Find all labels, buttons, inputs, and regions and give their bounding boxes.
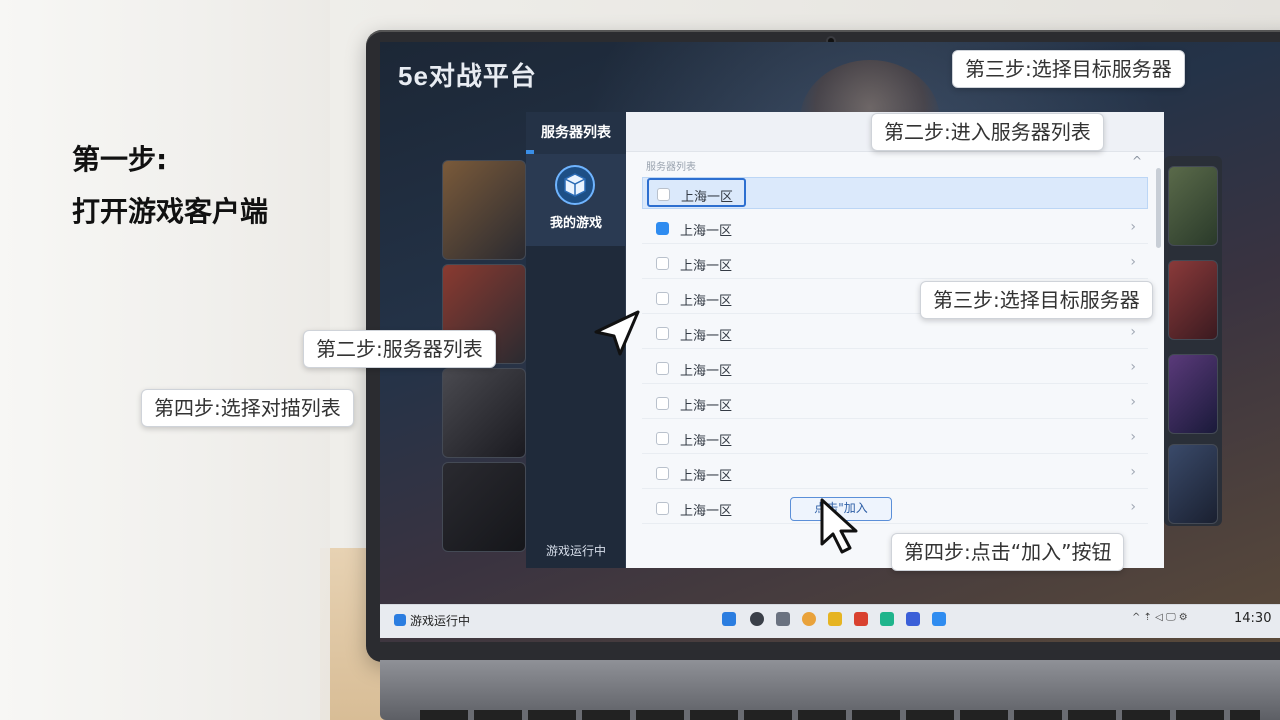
callout-step-two-top: 第二步:进入服务器列表: [871, 113, 1104, 151]
background-wall: [0, 0, 330, 720]
task-view-icon[interactable]: [776, 612, 790, 626]
callout-step-three-top: 第三步:选择目标服务器: [952, 50, 1185, 88]
cube-icon: [555, 165, 595, 205]
server-name: 上海一区: [680, 504, 733, 519]
game-card[interactable]: [442, 160, 526, 260]
server-name: 上海一区: [680, 469, 733, 484]
sidebar-item-server-list[interactable]: 服务器列表: [526, 112, 626, 154]
server-name: 上海一区: [680, 224, 733, 239]
system-tray[interactable]: ^ ⇡ ◁ 🖵 ⚙: [1132, 612, 1188, 623]
game-card[interactable]: [442, 462, 526, 552]
server-name: 上海一区: [680, 364, 733, 379]
cursor-arrow-icon: [594, 310, 640, 356]
server-checkbox[interactable]: [656, 397, 669, 410]
store-icon[interactable]: [854, 612, 868, 626]
chevron-right-icon[interactable]: ›: [1130, 499, 1136, 515]
chevron-right-icon[interactable]: ›: [1130, 254, 1136, 270]
step-one-heading: 第一步:: [72, 143, 168, 176]
server-checkbox[interactable]: [656, 432, 669, 445]
server-row[interactable]: 上海一区 ›: [642, 492, 1148, 524]
step-one-subheading: 打开游戏客户端: [72, 195, 269, 228]
server-row[interactable]: 上海一区 ›: [642, 317, 1148, 349]
server-row[interactable]: 上海一区 ›: [642, 352, 1148, 384]
app-icon[interactable]: [880, 612, 894, 626]
server-row[interactable]: 上海一区 ›: [642, 247, 1148, 279]
chevron-right-icon[interactable]: ›: [1130, 219, 1136, 235]
server-checkbox[interactable]: [656, 222, 669, 235]
server-row[interactable]: 上海一区 ›: [642, 387, 1148, 419]
game-card[interactable]: [442, 368, 526, 458]
chevron-right-icon[interactable]: ›: [1130, 464, 1136, 480]
search-icon[interactable]: [750, 612, 764, 626]
server-checkbox[interactable]: [656, 467, 669, 480]
chevron-right-icon[interactable]: ›: [1130, 429, 1136, 445]
selection-highlight: [647, 178, 746, 207]
game-running-status: 游戏运行中: [545, 544, 606, 558]
taskbar-app-label: 游戏运行中: [410, 614, 471, 628]
taskbar-app[interactable]: 游戏运行中: [394, 612, 470, 629]
server-name: 上海一区: [680, 294, 733, 309]
game-card[interactable]: [1168, 444, 1218, 524]
server-row[interactable]: 上海一区 ›: [642, 422, 1148, 454]
browser-icon[interactable]: [802, 612, 816, 626]
callout-step-three-mid: 第三步:选择目标服务器: [920, 281, 1153, 319]
sidebar-item-label: 我的游戏: [549, 216, 602, 231]
clock[interactable]: 14:30: [1234, 611, 1271, 626]
server-checkbox[interactable]: [656, 362, 669, 375]
scrollbar[interactable]: [1156, 168, 1161, 248]
server-row[interactable]: 上海一区 ›: [642, 212, 1148, 244]
callout-step-four-bottom: 第四步:点击“加入”按钮: [891, 533, 1125, 571]
chevron-right-icon[interactable]: ›: [1130, 324, 1136, 340]
server-name: 上海一区: [680, 259, 733, 274]
game-taskbar-icon[interactable]: [932, 612, 946, 626]
cursor-pointer-icon: [820, 498, 858, 554]
callout-step-four-left: 第四步:选择对描列表: [141, 389, 354, 427]
server-name: 上海一区: [680, 329, 733, 344]
server-checkbox[interactable]: [656, 327, 669, 340]
server-name: 上海一区: [680, 399, 733, 414]
app-icon[interactable]: [906, 612, 920, 626]
collapse-icon[interactable]: ^: [1132, 154, 1142, 168]
game-card[interactable]: [1168, 260, 1218, 340]
callout-step-two-left: 第二步:服务器列表: [303, 330, 496, 368]
start-icon[interactable]: [722, 612, 736, 626]
keyboard-edge: [420, 710, 1260, 720]
chevron-right-icon[interactable]: ›: [1130, 394, 1136, 410]
game-card[interactable]: [1168, 166, 1218, 246]
game-app-icon: [394, 614, 406, 626]
server-checkbox[interactable]: [656, 292, 669, 305]
game-card[interactable]: [1168, 354, 1218, 434]
server-row[interactable]: 上海一区 ›: [642, 457, 1148, 489]
server-name: 上海一区: [680, 434, 733, 449]
server-checkbox[interactable]: [656, 502, 669, 515]
app-brand-logo: 5e对战平台: [398, 61, 537, 91]
folder-icon[interactable]: [828, 612, 842, 626]
list-header: 服务器列表: [646, 162, 696, 173]
server-checkbox[interactable]: [656, 257, 669, 270]
chevron-right-icon[interactable]: ›: [1130, 359, 1136, 375]
